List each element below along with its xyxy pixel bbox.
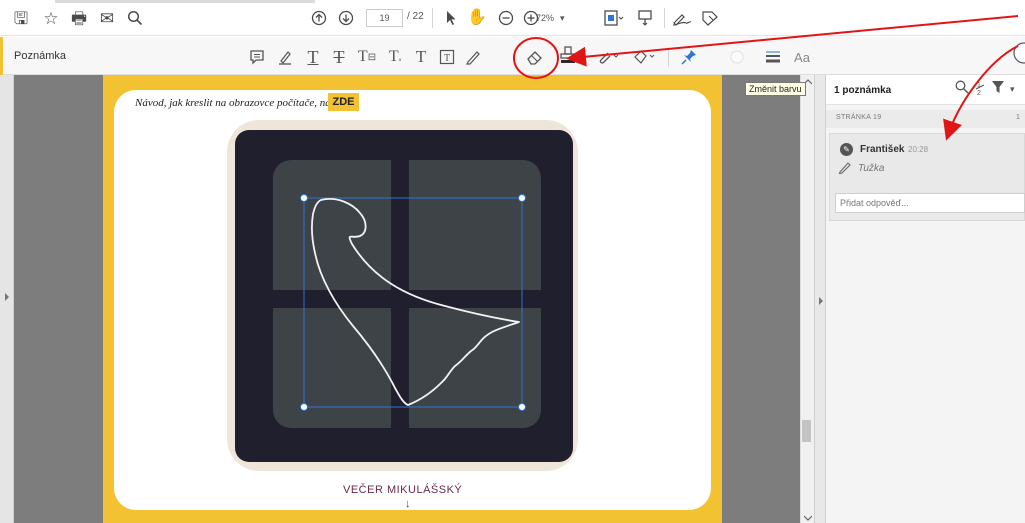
eraser-highlight-circle xyxy=(513,37,559,79)
red-callout-overlay xyxy=(513,15,1019,141)
callout-arrow-comment xyxy=(943,45,1019,141)
callout-arrow-toolbar xyxy=(566,15,1019,67)
